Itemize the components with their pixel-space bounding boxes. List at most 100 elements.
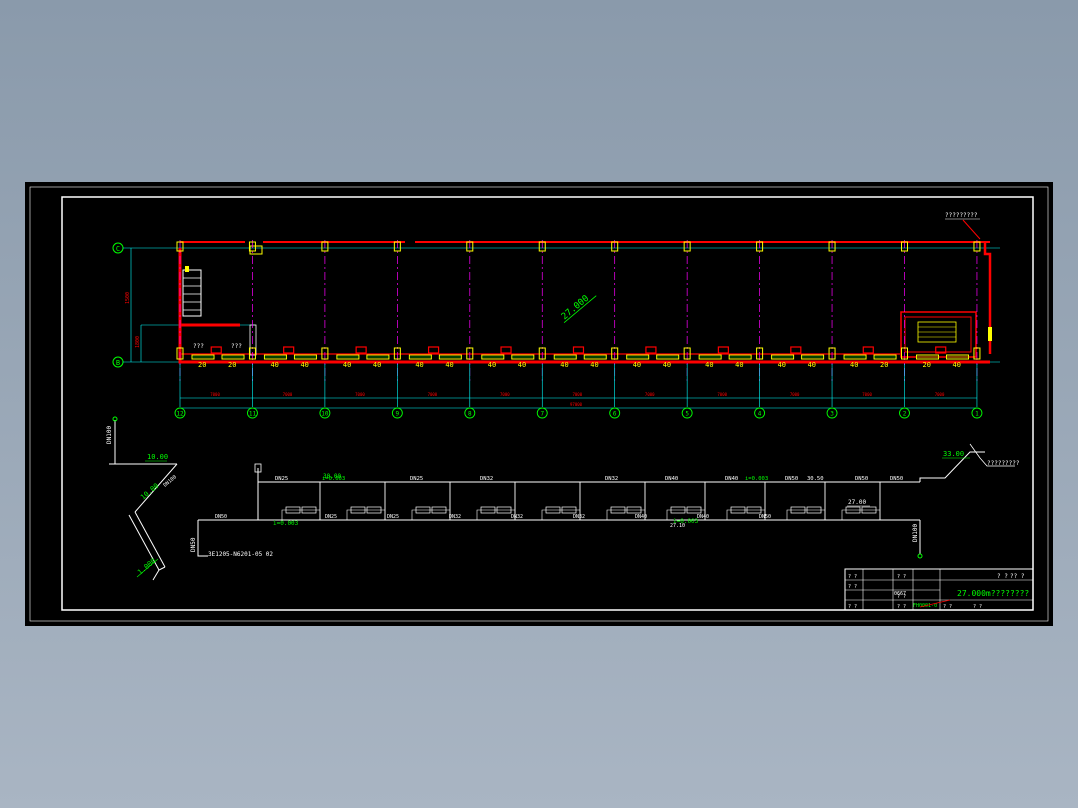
axis-bubble-label: 1 xyxy=(975,411,979,418)
room-label-1: ??? xyxy=(193,343,204,350)
axis-bubble-label: 5 xyxy=(685,411,689,418)
radiator-count: 40 xyxy=(590,361,598,369)
axis-bubble-label: 3 xyxy=(830,411,834,418)
tb-row-1: ? ? xyxy=(848,574,857,580)
axis-bubble-label: 2 xyxy=(903,411,907,418)
slope-left: i=0.003 xyxy=(273,520,299,527)
pipe-size-label: DN50 xyxy=(855,476,868,482)
supply-label: DN50 xyxy=(190,537,197,552)
pipe-size-label: DN25 xyxy=(275,476,288,482)
radiator-count: 20 xyxy=(198,361,206,369)
main-label: DN50 xyxy=(215,514,227,520)
pipe-size-label: DN50 xyxy=(785,476,798,482)
plan-note: ????????? xyxy=(945,212,978,219)
tb-top-right: ? ? xyxy=(997,573,1008,580)
tb-code: 0667 xyxy=(894,591,906,597)
radiator-count: 40 xyxy=(373,361,381,369)
axis-bubble-label: 12 xyxy=(176,411,184,418)
radiator-connection xyxy=(841,509,880,520)
left-dim-1: 1500 xyxy=(125,292,131,304)
axis-c-label: C xyxy=(116,245,120,253)
wall-niche xyxy=(572,346,585,354)
left-diag-level: 10.00 xyxy=(139,482,160,502)
pipe-size-label: DN50 xyxy=(890,476,903,482)
radiator-count: 40 xyxy=(343,361,351,369)
tb-scale-1: ? ? xyxy=(943,604,952,610)
pipe-size-label: 30.50 xyxy=(807,476,824,482)
radiator-count: 40 xyxy=(270,361,278,369)
radiator-count: 40 xyxy=(705,361,713,369)
floor-level-label: 27.000 xyxy=(560,294,591,323)
wall-niche xyxy=(355,346,367,354)
left-riser-label: DN100 xyxy=(106,426,113,444)
axis-bubble-label: 7 xyxy=(540,411,544,418)
axis-bubble-label: 10 xyxy=(321,411,329,418)
wall-niche xyxy=(862,346,874,354)
tb-col-1: ? ? xyxy=(897,574,906,580)
pipe-size-label: i=0.003 xyxy=(745,476,768,482)
radiator-count: 20 xyxy=(228,361,236,369)
dim-total: 97000 xyxy=(570,402,583,407)
radiator-count: 20 xyxy=(880,361,888,369)
level-27: 27.00 xyxy=(848,499,866,506)
return-size-label: DN25 xyxy=(325,514,337,520)
tb-title: 27.000m???????? xyxy=(957,589,1029,598)
pipe-size-label: DN40 xyxy=(665,476,678,482)
return-size-label: DN32 xyxy=(511,514,523,520)
radiator-connection xyxy=(281,509,320,520)
radiator-count: 40 xyxy=(808,361,816,369)
wall-niche xyxy=(210,346,222,354)
dim-value: 7000 xyxy=(572,392,582,397)
bottom-level: 1.000 xyxy=(136,557,157,577)
radiator-count: 40 xyxy=(778,361,786,369)
wall-niche xyxy=(645,346,657,354)
radiator-count: 40 xyxy=(445,361,453,369)
sheet-border xyxy=(29,186,1049,622)
dim-value: 7000 xyxy=(862,392,872,397)
door-right xyxy=(988,327,992,341)
slope-return: i=0.003 xyxy=(673,518,699,525)
dim-value: 7000 xyxy=(645,392,655,397)
pipe-size-label: DN32 xyxy=(605,476,618,482)
dim-value: 7000 xyxy=(935,392,945,397)
wall-niche xyxy=(427,346,440,354)
dim-value: 7000 xyxy=(210,392,220,397)
radiator-count: 40 xyxy=(953,361,961,369)
pipe-size-label: DN25 xyxy=(410,476,423,482)
drawing-border xyxy=(61,196,1034,611)
tb-top-right2: ?? ? xyxy=(1010,573,1025,580)
radiator-count: 40 xyxy=(633,361,641,369)
return-size-label: DN32 xyxy=(449,514,461,520)
dim-value: 7000 xyxy=(790,392,800,397)
return-size-label: DN25 xyxy=(387,514,399,520)
axis-b-label: B xyxy=(116,359,120,367)
radiator-count: 40 xyxy=(850,361,858,369)
stair-left xyxy=(182,266,202,317)
dim-value: 7000 xyxy=(717,392,727,397)
left-dim-2: 1800 xyxy=(135,336,141,348)
tb-scale-2: ? ? xyxy=(973,604,982,610)
left-diag-label: DN100 xyxy=(162,474,177,488)
wall-niche xyxy=(717,346,729,354)
dim-value: 7000 xyxy=(428,392,438,397)
radiator-count: 40 xyxy=(488,361,496,369)
wall-niche xyxy=(500,346,512,354)
top-level: 30.00 xyxy=(323,473,341,480)
radiator-connection xyxy=(476,509,515,520)
title-block: ? ? ? ? ? ? ? ? ? ? ? ? 0667 FH0001-0 ? … xyxy=(844,568,1034,611)
system-diagram: DN100 10.00 10.00 DN100 1.000 DN50 DN50 … xyxy=(106,416,1020,581)
radiator-count: 40 xyxy=(560,361,568,369)
reference-label: 3E1205-N6201-05 02 xyxy=(208,551,273,558)
supply-labels: DN25 i=0.003 DN25 DN32 DN32 DN40 DN40 i=0.003 DN… xyxy=(275,476,903,520)
radiator-count: 40 xyxy=(518,361,526,369)
bottom-dims: 7000 7000 7000 7000 7000 7000 7000 7000 7000 7000… xyxy=(210,392,945,397)
return-size-label: DN32 xyxy=(573,514,585,520)
axis-bubble-label: 6 xyxy=(613,411,617,418)
stair-steps-right xyxy=(917,321,957,343)
plan-radiators: 20 20 40 40 40 40 40 40 40 40 40 40 40 40 40 40 40 40 40 20… xyxy=(191,346,969,369)
cad-viewport[interactable]: C B 1500 1800 20 20 40 40 40 40 40 40 40… xyxy=(25,182,1053,626)
axis-bubble-label: 8 xyxy=(468,411,472,418)
tb-row-2: ? ? xyxy=(848,584,857,590)
axis-bubble-label: 11 xyxy=(249,411,257,418)
stairwell-right xyxy=(900,311,977,358)
